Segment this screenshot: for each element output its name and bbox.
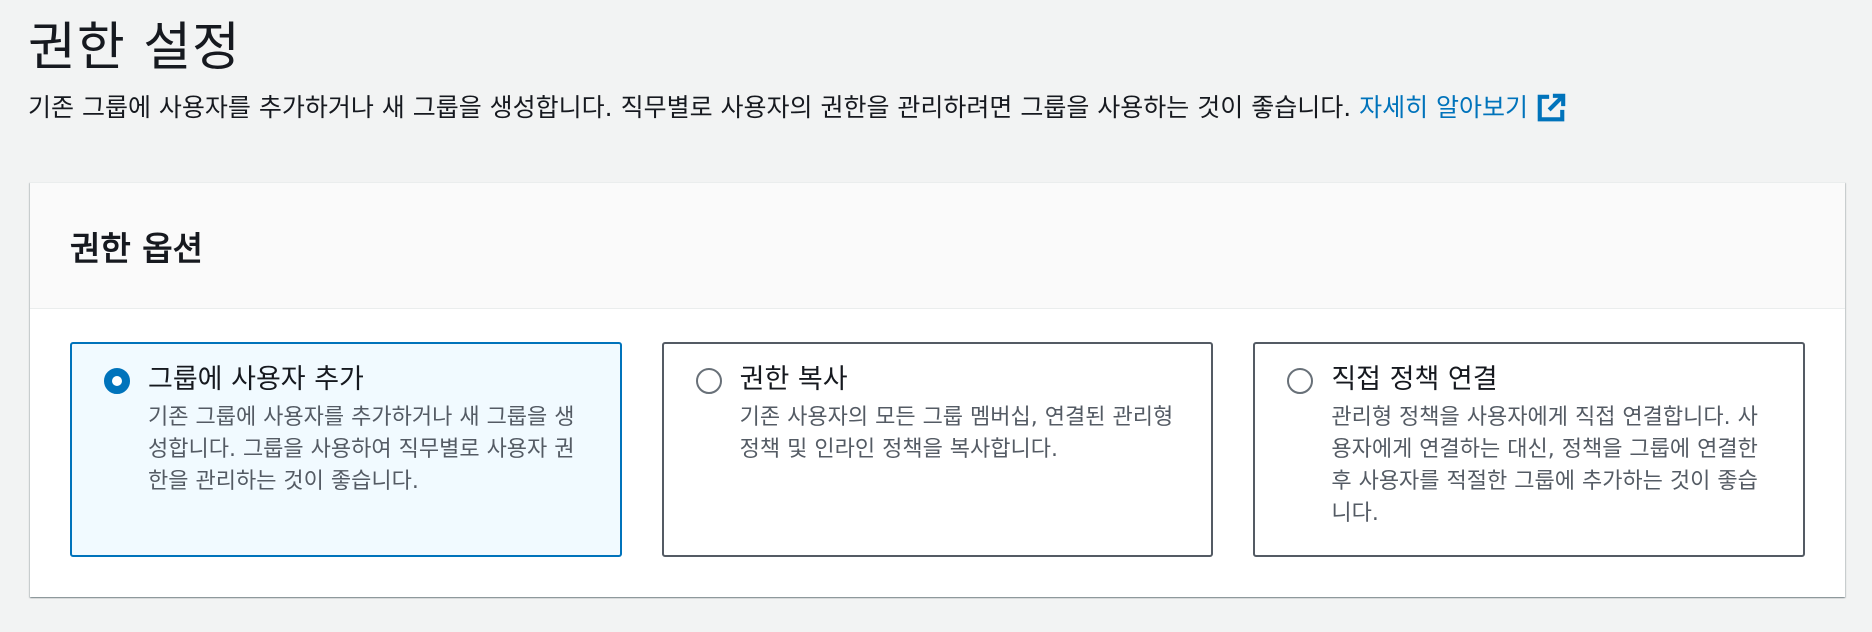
permission-options-panel: 권한 옵션 그룹에 사용자 추가 기존 그룹에 사용자를 추가하거나 새 그룹을…	[30, 182, 1845, 597]
option-description: 기존 사용자의 모든 그룹 멤버십, 연결된 관리형 정책 및 인라인 정책을 …	[739, 405, 1174, 462]
page-title: 권한 설정	[28, 18, 241, 78]
option-text: 권한 복사 기존 사용자의 모든 그룹 멤버십, 연결된 관리형 정책 및 인라…	[740, 362, 1182, 466]
page-description: 기존 그룹에 사용자를 추가하거나 새 그룹을 생성합니다. 직무별로 사용자의…	[28, 90, 1844, 126]
option-label: 그룹에 사용자 추가	[148, 364, 364, 395]
option-add-user-to-group[interactable]: 그룹에 사용자 추가 기존 그룹에 사용자를 추가하거나 새 그룹을 생성합니다…	[70, 342, 622, 557]
option-copy-permissions[interactable]: 권한 복사 기존 사용자의 모든 그룹 멤버십, 연결된 관리형 정책 및 인라…	[661, 342, 1214, 557]
radio-copy-permissions[interactable]	[695, 368, 722, 394]
panel-header: 권한 옵션	[30, 183, 1845, 309]
option-attach-policies-directly[interactable]: 직접 정책 연결 관리형 정책을 사용자에게 직접 연결합니다. 사용자에게 연…	[1253, 342, 1806, 557]
external-link-icon	[1537, 93, 1566, 122]
option-label: 권한 복사	[739, 364, 848, 395]
option-text: 직접 정책 연결 관리형 정책을 사용자에게 직접 연결합니다. 사용자에게 연…	[1331, 362, 1773, 530]
radio-add-user-to-group[interactable]	[104, 368, 130, 394]
learn-more-link[interactable]: 자세히 알아보기	[1359, 90, 1566, 126]
option-label: 직접 정책 연결	[1331, 364, 1498, 395]
page-header: 권한 설정 기존 그룹에 사용자를 추가하거나 새 그룹을 생성합니다. 직무별…	[28, 12, 1844, 126]
panel-title: 권한 옵션	[70, 228, 203, 268]
option-description: 기존 그룹에 사용자를 추가하거나 새 그룹을 생성합니다. 그룹을 사용하여 …	[148, 405, 575, 494]
option-text: 그룹에 사용자 추가 기존 그룹에 사용자를 추가하거나 새 그룹을 생성합니다…	[148, 362, 590, 498]
radio-attach-policies-directly[interactable]	[1287, 368, 1314, 394]
page-description-text: 기존 그룹에 사용자를 추가하거나 새 그룹을 생성합니다. 직무별로 사용자의…	[28, 93, 1352, 122]
option-description: 관리형 정책을 사용자에게 직접 연결합니다. 사용자에게 연결하는 대신, 정…	[1331, 405, 1758, 526]
permission-options-group: 그룹에 사용자 추가 기존 그룹에 사용자를 추가하거나 새 그룹을 생성합니다…	[70, 342, 1806, 557]
learn-more-label: 자세히 알아보기	[1359, 93, 1529, 122]
